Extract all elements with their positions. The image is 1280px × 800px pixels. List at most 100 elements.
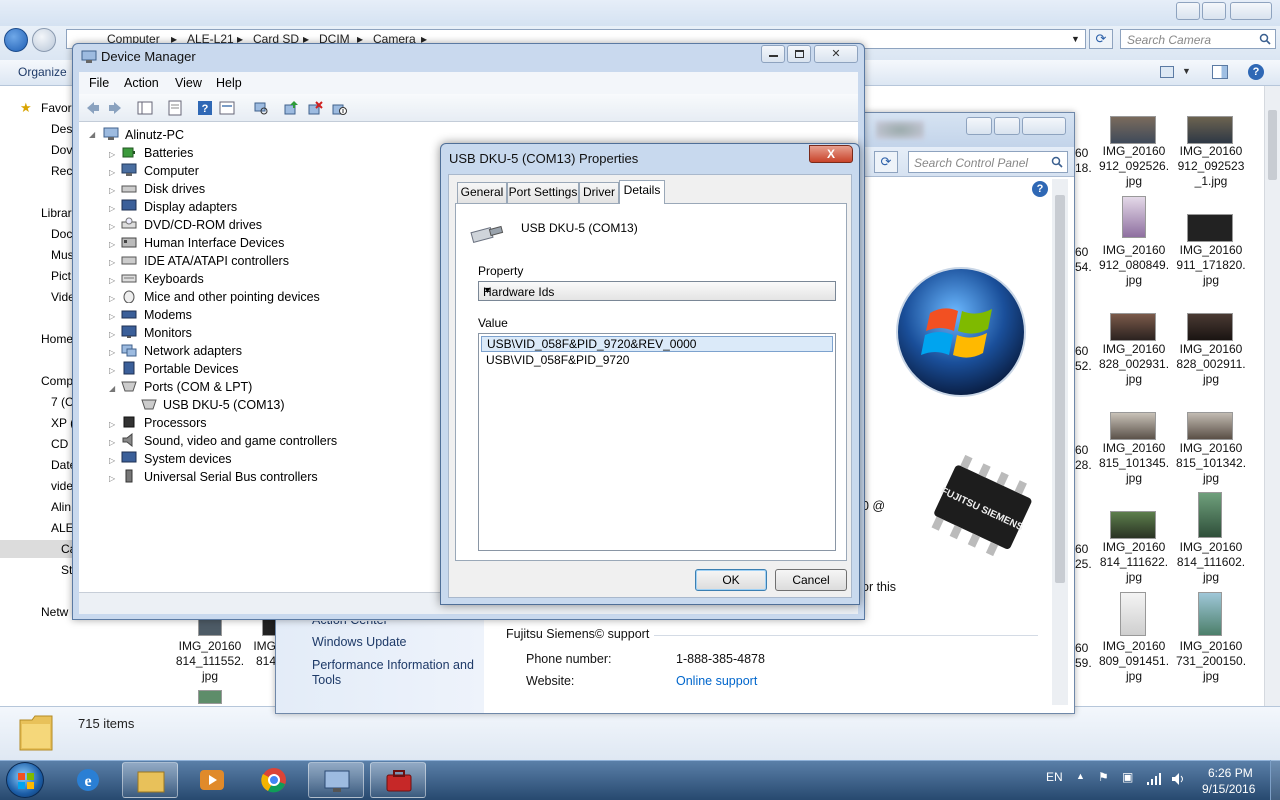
tree-item-sound[interactable]: Sound, video and game controllers [144, 434, 337, 448]
chevron-up-icon[interactable]: ▲ [1076, 771, 1085, 781]
expand-arrow-icon[interactable]: ▷ [109, 168, 115, 177]
expand-arrow-icon[interactable]: ▷ [109, 150, 115, 159]
tree-item-network-adapters[interactable]: Network adapters [144, 344, 242, 358]
back-icon[interactable] [85, 100, 101, 116]
close-button[interactable] [1022, 117, 1066, 135]
tree-item-system-devices[interactable]: System devices [144, 452, 232, 466]
tab-driver[interactable]: Driver [579, 182, 619, 203]
expand-arrow-icon[interactable]: ▷ [109, 438, 115, 447]
taskbar-media-player[interactable] [184, 762, 240, 798]
disable-device-icon[interactable] [331, 100, 347, 116]
tree-item-display-adapters[interactable]: Display adapters [144, 200, 237, 214]
online-support-link[interactable]: Online support [676, 674, 757, 688]
expand-arrow-icon[interactable]: ▷ [109, 222, 115, 231]
show-hide-tree-icon[interactable] [137, 100, 153, 116]
tree-item-usb-dku5[interactable]: USB DKU-5 (COM13) [163, 398, 285, 412]
tree-item-processors[interactable]: Processors [144, 416, 207, 430]
thumb-caption[interactable]: IMG_20160 828_002911. jpg [1166, 342, 1256, 387]
tree-item-computer[interactable]: Computer [144, 164, 199, 178]
thumb-caption[interactable]: IMG_20160 912_092523 _1.jpg [1166, 144, 1256, 189]
collapse-arrow-icon[interactable]: ◢ [109, 384, 115, 393]
photo-thumbnail[interactable] [1198, 592, 1222, 636]
maximize-button[interactable] [1202, 2, 1226, 20]
photo-thumbnail[interactable] [1198, 492, 1222, 538]
taskbar-ie[interactable]: e [60, 762, 116, 798]
taskbar-chrome[interactable] [246, 762, 302, 798]
minimize-button[interactable] [966, 117, 992, 135]
tree-item-keyboards[interactable]: Keyboards [144, 272, 204, 286]
maximize-button[interactable] [994, 117, 1020, 135]
maximize-button[interactable] [787, 45, 811, 63]
minimize-button[interactable] [761, 45, 785, 63]
flag-icon[interactable]: ⚑ [1098, 770, 1109, 784]
tree-item-ide[interactable]: IDE ATA/ATAPI controllers [144, 254, 289, 268]
photo-thumbnail[interactable] [198, 618, 222, 636]
thumb-caption[interactable]: IMG 814 [226, 639, 276, 669]
value-row[interactable]: USB\VID_058F&PID_9720 [481, 353, 833, 369]
collapse-arrow-icon[interactable]: ◢ [89, 130, 95, 139]
taskbar-device-manager[interactable] [308, 762, 364, 798]
scrollbar[interactable] [1052, 179, 1068, 705]
photo-thumbnail[interactable] [1110, 511, 1156, 539]
taskbar-explorer[interactable] [122, 762, 178, 798]
organize-menu[interactable]: Organize [18, 65, 67, 79]
expand-arrow-icon[interactable]: ▷ [109, 366, 115, 375]
performance-tools-link[interactable]: Tools [312, 673, 341, 688]
photo-thumbnail[interactable] [1110, 116, 1156, 144]
clock-time[interactable]: 6:26 PM [1208, 766, 1253, 780]
show-desktop-button[interactable] [1270, 760, 1280, 800]
chevron-down-icon[interactable]: ▼ [1182, 66, 1191, 76]
properties-icon[interactable] [167, 100, 183, 116]
photo-thumbnail[interactable] [1187, 116, 1233, 144]
tree-root[interactable]: Alinutz-PC [125, 128, 184, 142]
photo-thumbnail[interactable] [1187, 313, 1233, 341]
thumb-caption[interactable]: IMG_20160 911_171820. jpg [1166, 243, 1256, 288]
tree-item-usb-controllers[interactable]: Universal Serial Bus controllers [144, 470, 318, 484]
menu-file[interactable]: File [89, 76, 109, 90]
tree-item-disk-drives[interactable]: Disk drives [144, 182, 205, 196]
tree-item-ports[interactable]: Ports (COM & LPT) [144, 380, 252, 394]
photo-thumbnail[interactable] [1122, 196, 1146, 238]
forward-icon[interactable] [107, 100, 123, 116]
photo-thumbnail[interactable] [1187, 214, 1233, 242]
close-button[interactable]: X [809, 145, 853, 163]
uninstall-icon[interactable] [307, 100, 323, 116]
expand-arrow-icon[interactable]: ▷ [109, 474, 115, 483]
help-icon[interactable]: ? [197, 100, 213, 116]
start-button[interactable] [6, 762, 44, 798]
help-icon[interactable]: ? [1032, 181, 1048, 197]
windows-update-link[interactable]: Windows Update [312, 635, 407, 650]
tab-general[interactable]: General [457, 182, 507, 203]
menu-view[interactable]: View [175, 76, 202, 90]
scrollbar[interactable] [1264, 86, 1280, 706]
cancel-button[interactable]: Cancel [775, 569, 847, 591]
close-button[interactable] [1230, 2, 1272, 20]
search-input[interactable]: Search Control Panel [908, 151, 1068, 173]
tree-item-hid[interactable]: Human Interface Devices [144, 236, 284, 250]
tab-details[interactable]: Details [619, 180, 665, 204]
taskbar-toolbox-app[interactable] [370, 762, 426, 798]
expand-arrow-icon[interactable]: ▷ [109, 312, 115, 321]
tree-item-portable-devices[interactable]: Portable Devices [144, 362, 239, 376]
tree-item-mice[interactable]: Mice and other pointing devices [144, 290, 320, 304]
clock-date[interactable]: 9/15/2016 [1202, 782, 1255, 796]
photo-thumbnail[interactable] [198, 690, 222, 704]
preview-pane-icon[interactable] [1212, 65, 1228, 79]
expand-arrow-icon[interactable]: ▷ [109, 420, 115, 429]
close-button[interactable]: ✕ [814, 45, 858, 63]
back-arrow-icon[interactable] [4, 28, 28, 52]
expand-arrow-icon[interactable]: ▷ [109, 294, 115, 303]
tab-port-settings[interactable]: Port Settings [507, 182, 579, 203]
thumb-caption[interactable]: IMG_20160 814_111602. jpg [1166, 540, 1256, 585]
expand-arrow-icon[interactable]: ▷ [109, 348, 115, 357]
tree-item-monitors[interactable]: Monitors [144, 326, 192, 340]
volume-icon[interactable] [1170, 772, 1186, 786]
photo-thumbnail[interactable] [1110, 412, 1156, 440]
view-options-icon[interactable] [1160, 66, 1174, 78]
minimize-button[interactable] [1176, 2, 1200, 20]
scroll-thumb[interactable] [1055, 195, 1065, 583]
expand-arrow-icon[interactable]: ▷ [109, 186, 115, 195]
network-signal-icon[interactable] [1146, 772, 1162, 786]
expand-arrow-icon[interactable]: ▷ [109, 204, 115, 213]
value-list[interactable]: USB\VID_058F&PID_9720&REV_0000 USB\VID_0… [478, 333, 836, 551]
